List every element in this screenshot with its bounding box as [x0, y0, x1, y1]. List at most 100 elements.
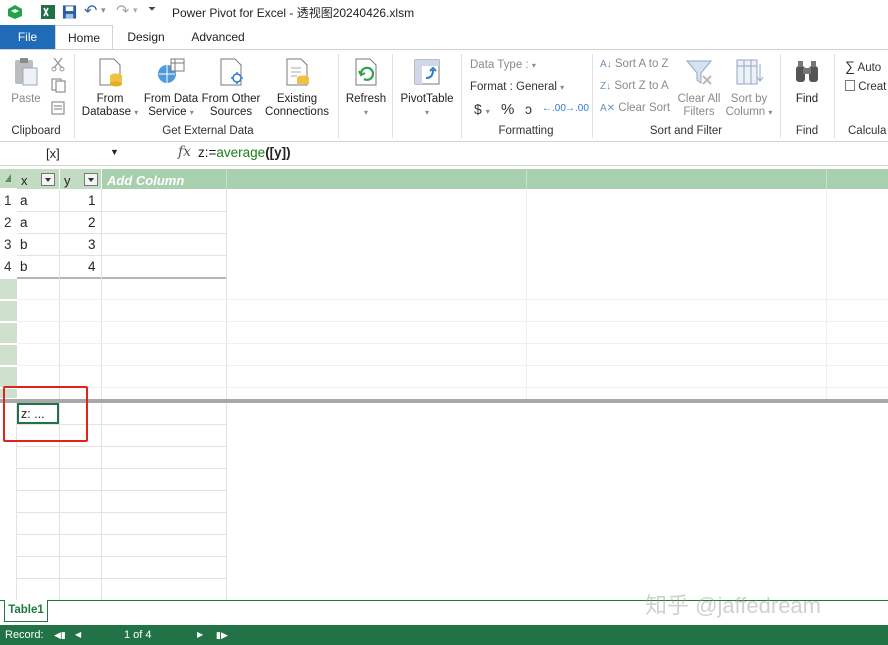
find-label: Find	[795, 93, 819, 105]
clear-sort-button[interactable]: A✕ Clear Sort	[600, 102, 670, 114]
separator	[338, 54, 339, 138]
pivottable-label: PivotTable	[400, 93, 454, 105]
gridline	[17, 534, 227, 535]
separator	[74, 54, 75, 138]
from-database-button[interactable]: From Database ▾	[80, 56, 140, 119]
name-box[interactable]: [x]	[46, 146, 60, 161]
row-number: 3	[4, 237, 12, 252]
create-kpi-label: Creat	[858, 81, 887, 93]
clear-all-filters-button[interactable]: Clear All Filters	[675, 56, 723, 119]
cell-x[interactable]: b	[20, 259, 28, 274]
row-header-empty	[0, 323, 17, 344]
sheet-tab-table1[interactable]: Table1	[4, 600, 48, 622]
gridline	[526, 189, 527, 399]
binoculars-icon	[796, 61, 818, 82]
copy-format-icon[interactable]	[50, 100, 68, 116]
tab-home[interactable]: Home	[55, 25, 113, 50]
separator	[592, 54, 593, 138]
excel-icon[interactable]	[40, 4, 56, 20]
next-record-icon[interactable]: ▶	[197, 630, 203, 639]
pivottable-icon	[414, 59, 440, 85]
currency-button[interactable]: $ ▾	[474, 101, 490, 117]
existing-connections-button[interactable]: Existing Connections	[263, 56, 331, 119]
column-header-y[interactable]: y	[60, 169, 101, 189]
last-record-icon[interactable]: ▮▶	[216, 630, 228, 641]
save-icon[interactable]	[62, 4, 77, 20]
gridline	[826, 189, 827, 399]
comma-button[interactable]: ɔ	[525, 101, 532, 117]
from-database-line2: Database	[81, 106, 131, 118]
calculation-area-splitter[interactable]	[0, 399, 888, 403]
find-button[interactable]: Find	[786, 56, 828, 106]
row-header-3[interactable]: 3	[0, 234, 17, 255]
sort-z-to-a-button[interactable]: Z↓ Sort Z to A	[600, 80, 669, 92]
gridline	[17, 255, 227, 256]
gridline	[226, 189, 227, 399]
paste-button[interactable]: Paste	[6, 56, 46, 106]
gridline	[101, 189, 102, 399]
cell-x[interactable]: a	[20, 215, 28, 230]
from-data-service-button[interactable]: From Data Service ▾	[142, 56, 200, 119]
column-header-x-label: x	[21, 173, 28, 188]
sort-by-column-button[interactable]: Sort by Column ▾	[724, 56, 774, 119]
other-sources-icon	[220, 58, 243, 86]
add-column-header[interactable]: Add Column	[102, 169, 888, 189]
cell-x[interactable]: b	[20, 237, 28, 252]
gridline	[17, 321, 888, 322]
formula-bar: [x] ▼ fx z:=average([y])	[0, 142, 888, 166]
undo-dropdown-icon[interactable]: ▾	[101, 5, 106, 21]
fx-icon[interactable]: fx	[178, 144, 191, 160]
formula-input[interactable]: z:=average([y])	[198, 145, 291, 160]
data-grid: x y Add Column 1 2 3 4 a 1 a 2 b 3 b 4 z…	[0, 167, 888, 600]
tab-file[interactable]: File	[0, 25, 55, 49]
copy-icon[interactable]	[50, 77, 68, 93]
customize-qat-icon[interactable]: ⏷	[148, 4, 156, 20]
from-database-line1: From	[96, 93, 124, 105]
row-header-2[interactable]: 2	[0, 212, 17, 233]
cell-y[interactable]: 2	[88, 215, 96, 230]
percent-button[interactable]: %	[501, 101, 514, 118]
separator	[834, 54, 835, 138]
filter-dropdown-y-icon[interactable]	[84, 173, 98, 186]
separator	[780, 54, 781, 138]
column-header-x[interactable]: x	[17, 169, 59, 189]
record-label: Record:	[5, 629, 44, 641]
redo-icon[interactable]: ↷	[116, 1, 129, 20]
data-type-dropdown[interactable]: Data Type : ▾	[470, 59, 536, 71]
paste-icon	[15, 58, 38, 86]
cell-y[interactable]: 4	[88, 259, 96, 274]
first-record-icon[interactable]: ◀▮	[54, 630, 66, 641]
corner-cell[interactable]	[0, 169, 17, 189]
autosum-label: Auto	[857, 62, 882, 74]
name-box-dropdown-icon[interactable]: ▼	[110, 147, 119, 157]
row-header-4[interactable]: 4	[0, 256, 17, 277]
refresh-button[interactable]: Refresh ▾	[342, 56, 390, 119]
format-dropdown[interactable]: Format : General ▾	[470, 81, 564, 93]
from-other-sources-button[interactable]: From Other Sources	[200, 56, 262, 119]
separator	[392, 54, 393, 138]
cell-y[interactable]: 1	[88, 193, 96, 208]
currency-label: $	[474, 101, 482, 117]
undo-icon[interactable]: ↶	[84, 1, 97, 20]
cell-x[interactable]: a	[20, 193, 28, 208]
tab-design[interactable]: Design	[120, 25, 172, 49]
tab-advanced[interactable]: Advanced	[183, 25, 253, 49]
autosum-button[interactable]: ∑ Auto	[845, 58, 881, 74]
increase-decimal-button[interactable]: ←.00	[542, 103, 566, 114]
previous-record-icon[interactable]: ◀	[75, 630, 81, 639]
cell-y[interactable]: 3	[88, 237, 96, 252]
clear-filters-icon	[685, 60, 713, 85]
create-kpi-button[interactable]: Creat	[845, 80, 886, 93]
from-other-sources-line1: From Other	[201, 93, 261, 105]
existing-connections-line1: Existing	[276, 93, 318, 105]
filter-dropdown-x-icon[interactable]	[41, 173, 55, 186]
gridline	[17, 233, 227, 234]
paste-label: Paste	[11, 93, 41, 105]
pivottable-button[interactable]: PivotTable ▾	[397, 56, 457, 119]
sort-a-to-z-button[interactable]: A↓ Sort A to Z	[600, 58, 669, 70]
decrease-decimal-button[interactable]: →.00	[565, 103, 589, 114]
row-header-1[interactable]: 1	[0, 190, 17, 211]
clipboard-group-label: Clipboard	[11, 125, 61, 137]
cut-icon[interactable]	[50, 56, 68, 72]
redo-dropdown-icon[interactable]: ▾	[133, 5, 138, 21]
